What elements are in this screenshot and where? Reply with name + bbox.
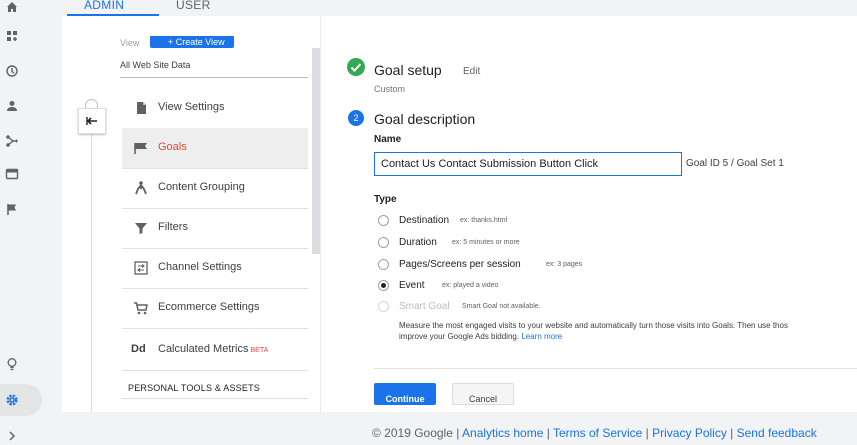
nav-item-goals[interactable]: Goals <box>122 128 308 168</box>
goal-id-text: Goal ID 5 / Goal Set 1 <box>686 158 784 169</box>
radio-hint: ex: thanks.html <box>460 217 508 224</box>
beta-badge: BETA <box>250 347 269 354</box>
nav-scrollbar[interactable] <box>312 48 320 254</box>
radio-button-selected[interactable] <box>378 280 389 291</box>
conversions-flag-icon[interactable] <box>5 202 19 216</box>
nav-item-label: View Settings <box>158 101 225 113</box>
radio-button[interactable] <box>378 215 389 226</box>
name-label: Name <box>374 134 402 145</box>
smart-goal-description: Measure the most engaged visits to your … <box>399 320 857 342</box>
funnel-icon <box>135 223 147 234</box>
history-line <box>91 106 92 412</box>
nav-item-label: Calculated Metrics BETA <box>158 343 269 355</box>
view-column-label: View <box>120 38 140 48</box>
goal-setup-value: Custom <box>374 84 406 94</box>
segments-icon <box>133 410 149 412</box>
goal-setup-edit-link[interactable]: Edit <box>463 66 480 77</box>
flag-icon <box>134 143 147 154</box>
admin-gear-icon[interactable] <box>5 393 19 407</box>
person-icon[interactable] <box>5 99 19 113</box>
lightbulb-icon[interactable] <box>5 357 19 371</box>
nav-item-content-grouping[interactable]: Content Grouping <box>122 168 308 208</box>
learn-more-link[interactable]: Learn more <box>521 332 562 341</box>
clock-icon[interactable] <box>5 64 19 78</box>
footer-link-privacy[interactable]: Privacy Policy <box>652 426 727 440</box>
tab-user[interactable]: USER <box>176 0 211 12</box>
nav-item-segments[interactable] <box>122 398 308 412</box>
expand-chevron-icon[interactable] <box>5 429 19 443</box>
view-selector[interactable]: All Web Site Data <box>120 56 308 78</box>
document-icon <box>137 102 146 114</box>
behavior-icon[interactable] <box>5 167 19 181</box>
back-arrow-icon <box>86 117 97 125</box>
cart-icon <box>134 302 148 315</box>
continue-button[interactable]: Continue <box>374 383 436 405</box>
view-admin-nav: View + Create View All Web Site Data Vie… <box>62 16 320 412</box>
nav-item-label: Filters <box>158 221 188 233</box>
goal-description-title: Goal description <box>374 111 476 127</box>
goal-setup-title: Goal setup <box>374 62 442 78</box>
home-icon[interactable] <box>5 0 19 14</box>
nav-divider <box>122 370 308 371</box>
nav-item-label: Ecommerce Settings <box>158 301 260 313</box>
section-divider <box>374 368 857 369</box>
step-complete-icon <box>347 58 365 76</box>
radio-label: Pages/Screens per session <box>399 259 521 270</box>
radio-label: Event <box>399 280 425 291</box>
step-number-badge: 2 <box>348 110 364 126</box>
radio-button-disabled <box>378 301 389 312</box>
create-view-button[interactable]: + Create View <box>150 36 234 48</box>
radio-label: Smart Goal <box>399 301 450 312</box>
goal-editor: Goal setup Edit Custom 2 Goal descriptio… <box>320 16 857 412</box>
nav-item-filters[interactable]: Filters <box>122 208 308 248</box>
left-rail <box>0 0 42 445</box>
personal-tools-header: PERSONAL TOOLS & ASSETS <box>128 383 260 393</box>
smart-goal-description-line: Measure the most engaged visits to your … <box>399 321 788 330</box>
customization-icon[interactable] <box>5 29 19 43</box>
analytics-admin-page: ADMIN USER View + Create View All Web Si… <box>0 0 857 445</box>
smart-goal-description-line: improve your Google Ads bidding. Learn m… <box>399 332 563 341</box>
acquisition-icon[interactable] <box>5 134 19 148</box>
footer: © 2019 Google | Analytics home | Terms o… <box>372 426 817 440</box>
footer-link-analytics-home[interactable]: Analytics home <box>462 426 543 440</box>
type-label: Type <box>374 194 397 205</box>
nav-item-label: Goals <box>158 141 187 153</box>
nav-item-label: Channel Settings <box>158 261 242 273</box>
nav-divider <box>122 328 308 329</box>
radio-hint: Smart Goal not available. <box>462 303 541 310</box>
radio-hint: ex: 3 pages <box>546 261 583 268</box>
dd-icon: Dd <box>131 343 146 355</box>
radio-hint: ex: played a video <box>442 282 499 289</box>
goal-name-input[interactable] <box>374 152 682 176</box>
check-icon <box>350 63 362 72</box>
channel-icon <box>134 261 148 275</box>
footer-link-feedback[interactable]: Send feedback <box>737 426 817 440</box>
radio-hint: ex: 5 minutes or more <box>452 239 520 246</box>
footer-link-terms[interactable]: Terms of Service <box>553 426 642 440</box>
radio-button[interactable] <box>378 259 389 270</box>
cancel-button[interactable]: Cancel <box>452 383 514 405</box>
back-button[interactable] <box>78 108 106 134</box>
nav-item-calculated-metrics[interactable]: Dd Calculated Metrics BETA <box>122 330 308 370</box>
radio-label: Duration <box>399 237 437 248</box>
footer-copyright: © 2019 Google <box>372 426 453 440</box>
nav-item-channel-settings[interactable]: Channel Settings <box>122 248 308 288</box>
top-tabs: ADMIN USER <box>26 0 857 16</box>
nav-item-label: Content Grouping <box>158 181 245 193</box>
tab-admin[interactable]: ADMIN <box>84 0 124 12</box>
nav-item-ecommerce-settings[interactable]: Ecommerce Settings <box>122 288 308 328</box>
radio-label: Destination <box>399 215 450 226</box>
radio-button[interactable] <box>378 237 389 248</box>
walking-person-icon <box>135 181 147 195</box>
nav-item-view-settings[interactable]: View Settings <box>122 88 308 128</box>
